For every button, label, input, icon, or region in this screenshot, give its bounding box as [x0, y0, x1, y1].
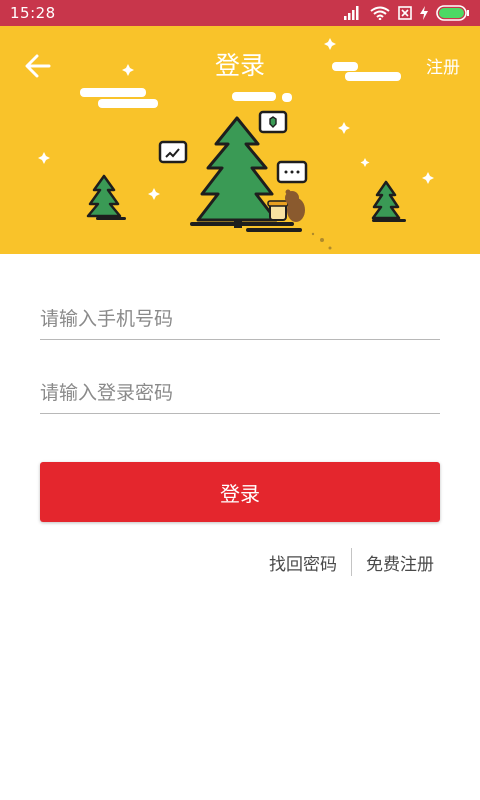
links-divider: [351, 548, 352, 576]
battery-icon: [436, 5, 469, 21]
sim-off-icon: [398, 6, 412, 20]
phone-input[interactable]: [40, 290, 440, 339]
hero-banner: 登录 注册: [0, 26, 480, 254]
phone-field: [40, 290, 440, 340]
forgot-password-link[interactable]: 找回密码: [269, 550, 337, 575]
password-input[interactable]: [40, 364, 440, 413]
status-bar: 15:28: [0, 0, 480, 26]
password-field: [40, 364, 440, 414]
forest-illustration: [38, 38, 434, 250]
free-register-link[interactable]: 免费注册: [366, 550, 434, 575]
arrow-left-icon: [25, 54, 51, 78]
status-icons: [344, 5, 470, 21]
login-button[interactable]: 登录: [40, 462, 440, 522]
status-time: 15:28: [10, 4, 56, 22]
register-link[interactable]: 注册: [426, 53, 460, 78]
wifi-icon: [370, 6, 390, 20]
back-button[interactable]: [20, 48, 56, 84]
auth-links: 找回密码 免费注册: [269, 548, 434, 576]
signal-icon: [344, 6, 359, 20]
charging-icon: [420, 6, 428, 20]
